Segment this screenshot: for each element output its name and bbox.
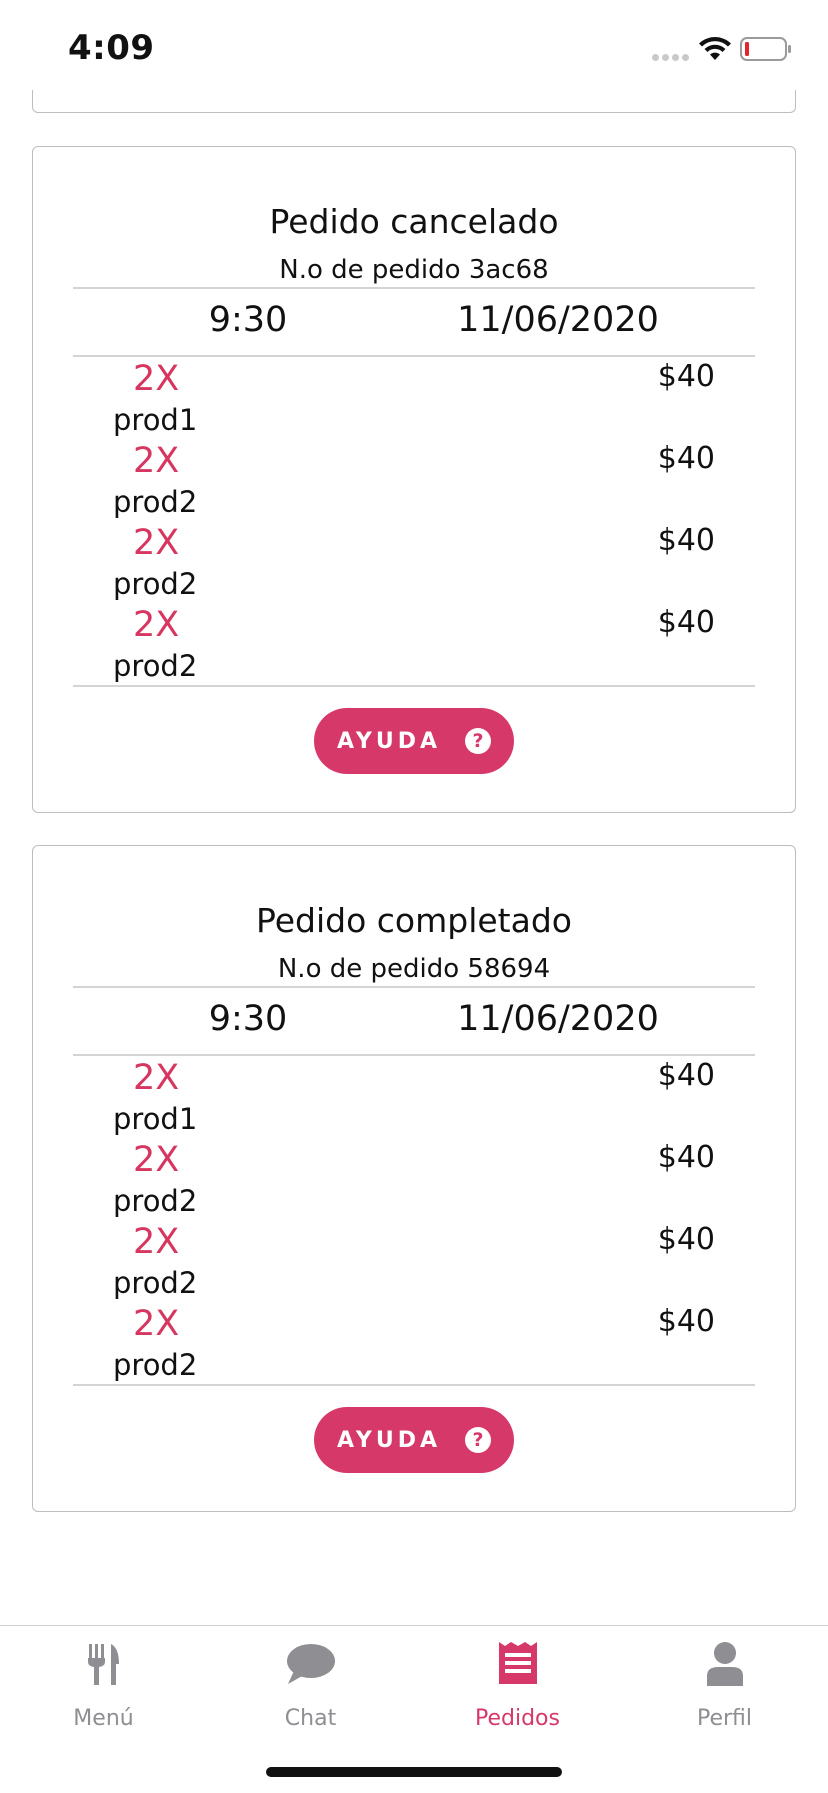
item-price: $40: [657, 605, 715, 640]
cellular-signal-icon: [652, 54, 689, 61]
item-name: prod1: [113, 403, 198, 437]
divider: [73, 287, 755, 289]
item-price: $40: [657, 359, 715, 394]
utensils-icon: [87, 1644, 119, 1685]
item-name: prod1: [113, 1102, 198, 1136]
item-price: $40: [657, 1140, 715, 1175]
help-button-label: AYUDA: [336, 1427, 441, 1453]
item-quantity: 2X: [133, 441, 180, 481]
item-quantity: 2X: [133, 1222, 180, 1262]
status-time: 4:09: [68, 28, 155, 68]
order-item: 2X prod2 $40: [33, 441, 795, 523]
order-item: 2X prod2 $40: [33, 605, 795, 687]
tab-label: Pedidos: [475, 1706, 560, 1731]
order-date: 11/06/2020: [457, 999, 659, 1039]
order-time: 9:30: [208, 300, 288, 340]
help-button[interactable]: AYUDA ?: [314, 708, 514, 774]
chat-bubble-icon: [286, 1644, 335, 1684]
item-quantity: 2X: [133, 523, 180, 563]
order-item: 2X prod2 $40: [33, 1304, 795, 1386]
tab-chat[interactable]: Chat: [207, 1626, 414, 1736]
divider: [73, 355, 755, 357]
item-name: prod2: [113, 1266, 198, 1300]
item-price: $40: [657, 1304, 715, 1339]
receipt-icon: [498, 1642, 537, 1684]
item-price: $40: [657, 1058, 715, 1093]
order-item: 2X prod1 $40: [33, 359, 795, 441]
item-name: prod2: [113, 1348, 198, 1382]
help-button-label: AYUDA: [336, 728, 441, 754]
status-bar: 4:09: [0, 0, 828, 90]
home-indicator: [266, 1767, 562, 1777]
order-date: 11/06/2020: [457, 300, 659, 340]
wifi-icon: [699, 37, 731, 60]
item-quantity: 2X: [133, 605, 180, 645]
item-name: prod2: [113, 485, 198, 519]
tab-profile[interactable]: Perfil: [621, 1626, 828, 1736]
order-number: N.o de pedido 3ac68: [279, 255, 549, 285]
item-price: $40: [657, 1222, 715, 1257]
item-name: prod2: [113, 649, 198, 683]
item-quantity: 2X: [133, 1140, 180, 1180]
order-item: 2X prod2 $40: [33, 1222, 795, 1304]
order-items-list: 2X prod1 $40 2X prod2 $40 2X prod2 $40 2…: [33, 359, 795, 687]
item-name: prod2: [113, 1184, 198, 1218]
order-time: 9:30: [208, 999, 288, 1039]
battery-low-icon: [740, 37, 791, 61]
divider: [73, 986, 755, 988]
item-quantity: 2X: [133, 1058, 180, 1098]
order-card: Pedido cancelado N.o de pedido 3ac68 9:3…: [32, 146, 796, 813]
tab-orders[interactable]: Pedidos: [414, 1626, 621, 1736]
order-status-title: Pedido completado: [256, 901, 572, 940]
help-button[interactable]: AYUDA ?: [314, 1407, 514, 1473]
item-price: $40: [657, 523, 715, 558]
user-icon: [706, 1642, 743, 1686]
divider: [73, 1054, 755, 1056]
order-item: 2X prod2 $40: [33, 523, 795, 605]
question-circle-icon: ?: [465, 1427, 491, 1453]
divider: [73, 685, 755, 687]
tab-label: Perfil: [696, 1706, 753, 1731]
order-card: Pedido completado N.o de pedido 58694 9:…: [32, 845, 796, 1512]
item-quantity: 2X: [133, 359, 180, 399]
divider: [73, 1384, 755, 1386]
order-item: 2X prod1 $40: [33, 1058, 795, 1140]
question-circle-icon: ?: [465, 728, 491, 754]
item-quantity: 2X: [133, 1304, 180, 1344]
tab-label: Chat: [284, 1706, 337, 1731]
order-items-list: 2X prod1 $40 2X prod2 $40 2X prod2 $40 2…: [33, 1058, 795, 1386]
tab-menu[interactable]: Menú: [0, 1626, 207, 1736]
order-status-title: Pedido cancelado: [269, 202, 559, 241]
order-item: 2X prod2 $40: [33, 1140, 795, 1222]
item-name: prod2: [113, 567, 198, 601]
tab-label: Menú: [73, 1706, 134, 1731]
item-price: $40: [657, 441, 715, 476]
order-number: N.o de pedido 58694: [277, 954, 551, 984]
